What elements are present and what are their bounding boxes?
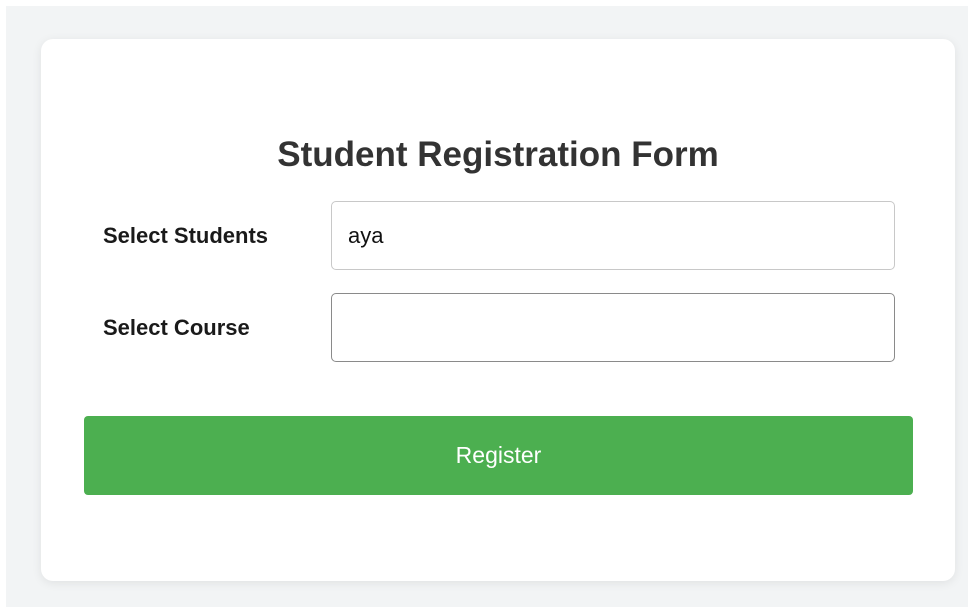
students-label: Select Students [103, 223, 269, 248]
students-row: Select Students [103, 201, 895, 270]
course-label: Select Course [103, 315, 250, 340]
course-row: Select Course [103, 293, 895, 362]
page-background: Student Registration Form Select Student… [6, 6, 968, 607]
register-button[interactable]: Register [84, 416, 913, 495]
form-title: Student Registration Form [277, 135, 719, 174]
course-input[interactable] [331, 293, 895, 362]
students-input[interactable] [331, 201, 895, 270]
registration-card: Student Registration Form Select Student… [41, 39, 955, 581]
